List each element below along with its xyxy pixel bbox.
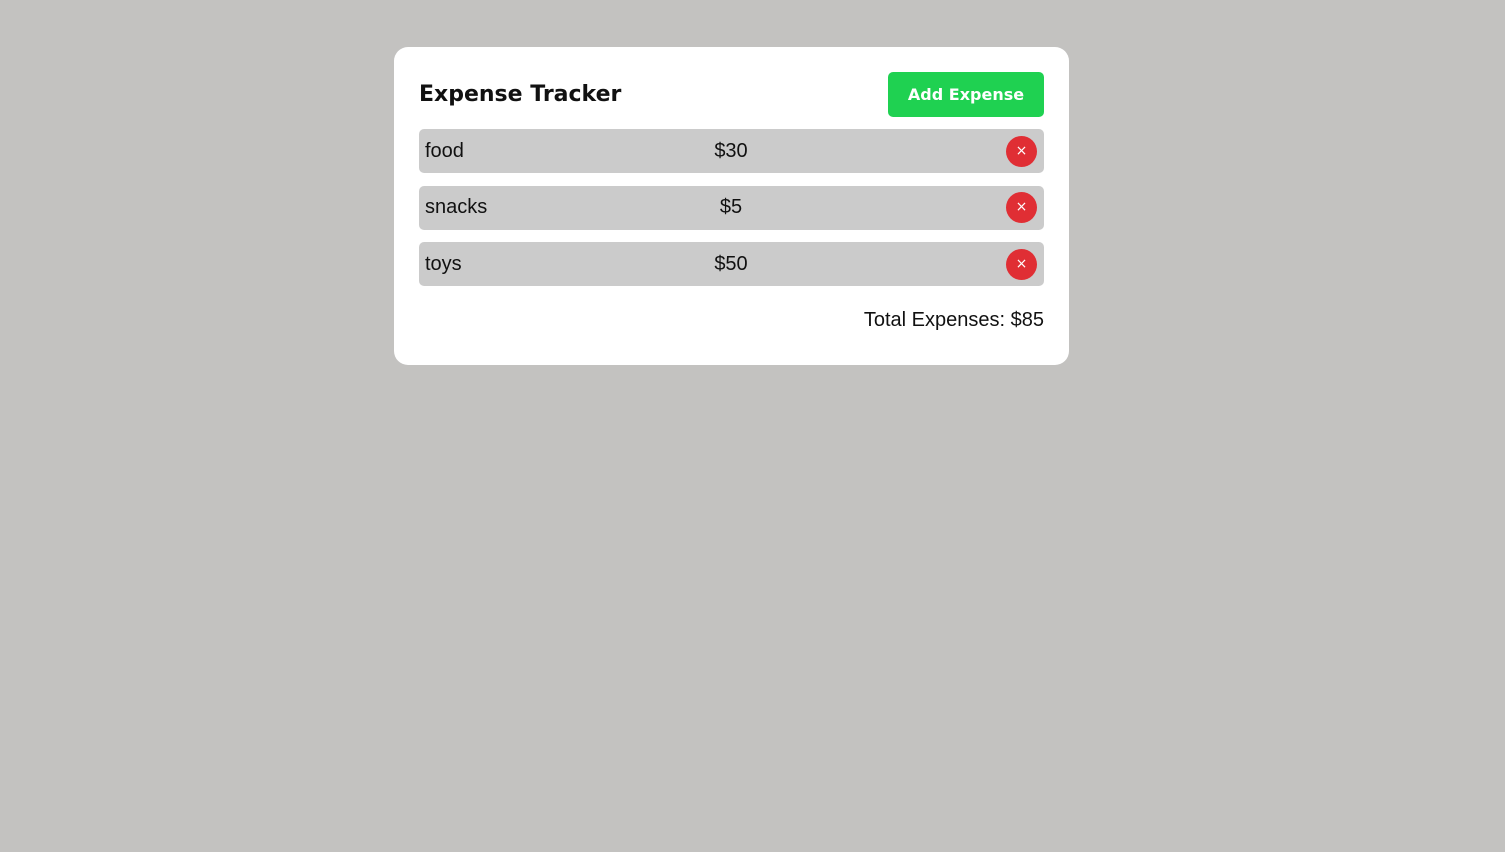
expense-amount: $5 xyxy=(719,196,743,218)
expense-name: snacks xyxy=(425,196,488,218)
expense-name: toys xyxy=(425,252,462,275)
total-expenses: Total Expenses: $85 xyxy=(863,309,1044,331)
delete-expense-button[interactable]: × xyxy=(1006,135,1037,167)
add-expense-button[interactable]: Add Expense xyxy=(888,72,1044,117)
expense-amount: $30 xyxy=(714,139,748,162)
delete-expense-button[interactable]: × xyxy=(1006,192,1037,223)
list-item: snacks $5 × xyxy=(419,185,1044,230)
close-icon: × xyxy=(1015,199,1028,215)
expense-name: food xyxy=(425,139,464,162)
expense-tracker-card: Expense Tracker Add Expense food $30 × s… xyxy=(394,47,1069,365)
list-item: toys $50 × xyxy=(419,242,1044,286)
expense-amount: $50 xyxy=(714,252,748,275)
page-title: Expense Tracker xyxy=(419,82,622,107)
delete-expense-button[interactable]: × xyxy=(1006,248,1037,280)
close-icon: × xyxy=(1015,142,1028,159)
list-item: food $30 × xyxy=(419,129,1044,173)
header: Expense Tracker Add Expense xyxy=(419,72,1044,117)
close-icon: × xyxy=(1015,255,1028,272)
expense-list: food $30 × snacks $5 × toys $50 × xyxy=(419,129,1044,286)
